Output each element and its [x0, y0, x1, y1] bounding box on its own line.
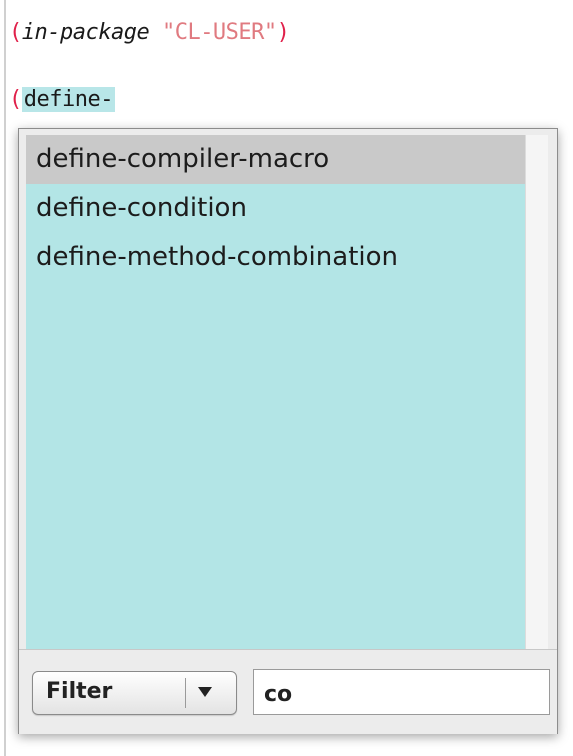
filter-popup-button[interactable]: Filter: [32, 671, 237, 715]
completion-popup: define-compiler-macro define-condition d…: [18, 128, 558, 734]
package-string: "CL-USER": [161, 20, 277, 45]
open-paren: (: [9, 20, 22, 45]
chevron-down-icon[interactable]: [198, 687, 212, 697]
code-line-define: (define-: [9, 87, 115, 112]
code-line-in-package: (in-package "CL-USER"): [9, 20, 290, 45]
open-paren: (: [9, 87, 22, 112]
in-package-keyword: in-package: [21, 20, 150, 45]
completion-item[interactable]: define-method-combination: [26, 233, 525, 282]
typed-prefix: define-: [21, 87, 115, 112]
filter-button-label: Filter: [46, 679, 113, 704]
close-paren: ): [276, 20, 290, 45]
completion-item[interactable]: define-condition: [26, 184, 525, 233]
filter-input[interactable]: [253, 669, 550, 715]
completion-scrollbar[interactable]: [525, 135, 548, 649]
filter-bar: Filter: [19, 649, 557, 734]
completion-list[interactable]: define-compiler-macro define-condition d…: [26, 135, 525, 649]
completion-item[interactable]: define-compiler-macro: [26, 135, 525, 184]
filter-button-divider: [185, 678, 186, 708]
editor-left-edge: [4, 0, 6, 756]
